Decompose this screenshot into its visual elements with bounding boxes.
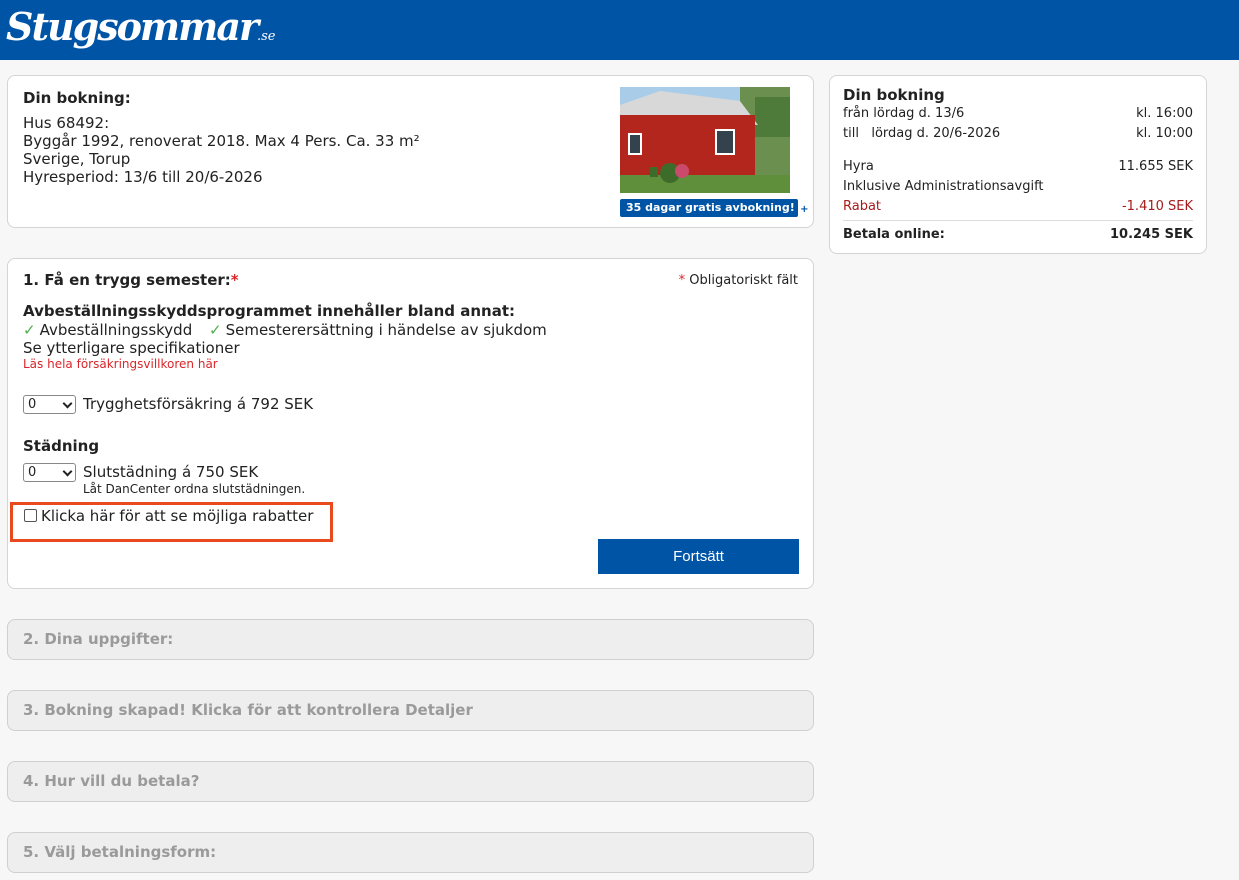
- step4-how-to-pay[interactable]: 4. Hur vill du betala?: [7, 761, 814, 802]
- chevron-down-icon: [62, 398, 73, 409]
- house-location: Sverige, Torup: [23, 150, 131, 168]
- discount-label[interactable]: Klicka här för att se möjliga rabatter: [41, 507, 313, 525]
- continue-button[interactable]: Fortsätt: [598, 539, 799, 574]
- cleaning-heading: Städning: [23, 437, 100, 455]
- insurance-label: Trygghetsförsäkring á 792 SEK: [83, 395, 314, 413]
- summary-admin-note: Inklusive Administrationsavgift: [843, 179, 1044, 194]
- chevron-down-icon: [62, 466, 73, 477]
- step1-secure-vacation-card: 1. Få en trygg semester:* * Obligatorisk…: [7, 258, 814, 589]
- check-icon: ✓: [209, 321, 222, 339]
- check-icon: ✓: [23, 321, 36, 339]
- summary-to-row: till lördag d. 20/6-2026 kl. 10:00: [843, 126, 1193, 141]
- more-specifications: Se ytterligare specifikationer: [23, 339, 240, 357]
- top-bar: Stugsommar.se: [0, 0, 1239, 60]
- rental-period: Hyresperiod: 13/6 till 20/6-2026: [23, 168, 263, 186]
- booking-summary-card: Din bokning från lördag d. 13/6 kl. 16:00…: [829, 75, 1207, 254]
- feature-cancellation: Avbeställningsskydd: [39, 321, 193, 339]
- house-details: Byggår 1992, renoverat 2018. Max 4 Pers.…: [23, 132, 420, 150]
- free-cancellation-badge[interactable]: 35 dagar gratis avbokning! +: [620, 199, 810, 217]
- house-photo[interactable]: [620, 87, 790, 193]
- summary-title: Din bokning: [843, 86, 945, 104]
- summary-from-row: från lördag d. 13/6 kl. 16:00: [843, 106, 1193, 121]
- discount-checkbox[interactable]: [24, 509, 37, 522]
- feature-sickness: Semesterersättning i händelse av sjukdom: [225, 321, 547, 339]
- summary-discount-row: Rabat -1.410 SEK: [843, 199, 1193, 214]
- cleaning-note: Låt DanCenter ordna slutstädningen.: [83, 482, 306, 496]
- required-field-note: * Obligatoriskt fält: [678, 273, 798, 288]
- step5-payment-method[interactable]: 5. Välj betalningsform:: [7, 832, 814, 873]
- booking-info-card: Din bokning: Hus 68492: Byggår 1992, ren…: [7, 75, 814, 228]
- summary-rent-row: Hyra 11.655 SEK: [843, 159, 1193, 174]
- summary-divider: [843, 220, 1193, 221]
- step1-title: 1. Få en trygg semester:*: [23, 271, 239, 289]
- stugsommar-logo[interactable]: Stugsommar.se: [6, 2, 276, 62]
- program-heading: Avbeställningsskyddsprogrammet innehålle…: [23, 302, 515, 320]
- feature-list: ✓ Avbeställningsskydd ✓ Semesterersättning…: [23, 321, 547, 339]
- step2-your-details[interactable]: 2. Dina uppgifter:: [7, 619, 814, 660]
- cleaning-quantity-select[interactable]: 0: [23, 463, 76, 482]
- summary-total-row: Betala online: 10.245 SEK: [843, 227, 1193, 242]
- step3-booking-created[interactable]: 3. Bokning skapad! Klicka för att kontro…: [7, 690, 814, 731]
- house-number: Hus 68492:: [23, 114, 110, 132]
- insurance-quantity-select[interactable]: 0: [23, 395, 76, 414]
- terms-link[interactable]: Läs hela försäkringsvillkoren här: [23, 357, 218, 371]
- plus-circle-icon: +: [798, 204, 810, 215]
- booking-title: Din bokning:: [23, 89, 131, 107]
- cleaning-label: Slutstädning á 750 SEK: [83, 463, 259, 481]
